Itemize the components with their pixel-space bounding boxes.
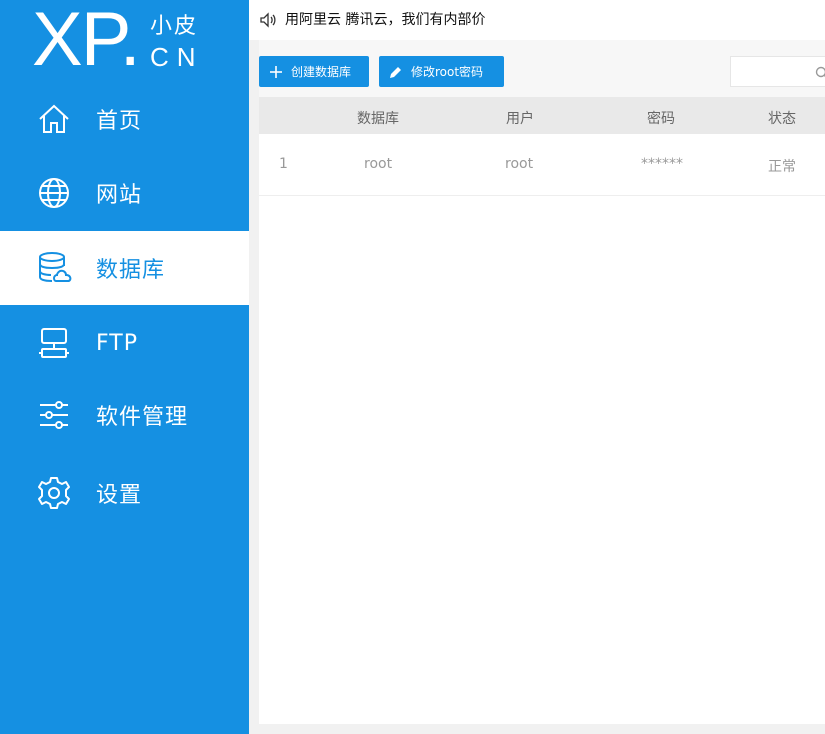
column-header-status: 状态 <box>768 111 796 127</box>
notice-text[interactable]: 用阿里云 腾讯云，我们有内部价 <box>285 9 485 29</box>
search-icon[interactable] <box>815 65 825 79</box>
logo-cn-bottom: CN <box>150 42 204 72</box>
sidebar-item-database[interactable]: 数据库 <box>0 231 249 305</box>
search-input[interactable] <box>730 56 825 87</box>
sidebar-item-label: FTP <box>96 330 138 356</box>
change-root-password-label: 修改root密码 <box>411 65 484 79</box>
row-user: root <box>505 156 534 172</box>
app-window: XP. 小皮 CN 首页 网站 数据库 FTP 软件管理 设置 用阿里云 腾讯云… <box>0 0 825 734</box>
column-header-password: 密码 <box>647 111 675 127</box>
sidebar-item-label: 网站 <box>96 183 143 208</box>
pencil-icon <box>389 65 403 79</box>
logo: XP. 小皮 CN <box>0 0 249 82</box>
table-row[interactable]: 1 root root ****** 正常 <box>259 134 825 196</box>
sidebar-item-software[interactable]: 软件管理 <box>0 378 249 452</box>
column-header-user: 用户 <box>506 111 534 127</box>
notice-bar: 用阿里云 腾讯云，我们有内部价 <box>249 0 825 40</box>
ftp-icon <box>36 325 72 361</box>
sidebar-item-label: 设置 <box>96 483 143 508</box>
change-root-password-button[interactable]: 修改root密码 <box>379 56 504 87</box>
sidebar-item-label: 数据库 <box>96 258 166 283</box>
gear-icon <box>36 475 72 511</box>
sidebar-item-label: 软件管理 <box>96 405 189 430</box>
logo-cn-top: 小皮 <box>150 14 199 39</box>
database-icon <box>36 250 72 286</box>
sidebar-item-settings[interactable]: 设置 <box>0 456 249 530</box>
speaker-icon <box>259 11 277 29</box>
sidebar-item-website[interactable]: 网站 <box>0 156 249 230</box>
plus-icon <box>269 65 283 79</box>
row-status: 正常 <box>768 159 796 175</box>
row-index: 1 <box>279 156 288 172</box>
row-password: ****** <box>641 156 683 172</box>
create-database-button[interactable]: 创建数据库 <box>259 56 369 87</box>
sliders-icon <box>36 397 72 433</box>
table-header: 数据库 用户 密码 状态 <box>259 97 825 134</box>
sidebar-item-home[interactable]: 首页 <box>0 82 249 156</box>
bottom-strip <box>249 724 825 734</box>
create-database-label: 创建数据库 <box>291 65 352 79</box>
globe-icon <box>36 175 72 211</box>
column-header-database: 数据库 <box>357 111 399 127</box>
row-database: root <box>364 156 393 172</box>
sidebar-item-label: 首页 <box>96 109 143 134</box>
logo-main-text: XP. <box>32 0 141 82</box>
sidebar: XP. 小皮 CN 首页 网站 数据库 FTP 软件管理 设置 <box>0 0 249 734</box>
sidebar-item-ftp[interactable]: FTP <box>0 306 249 380</box>
home-icon <box>36 101 72 137</box>
